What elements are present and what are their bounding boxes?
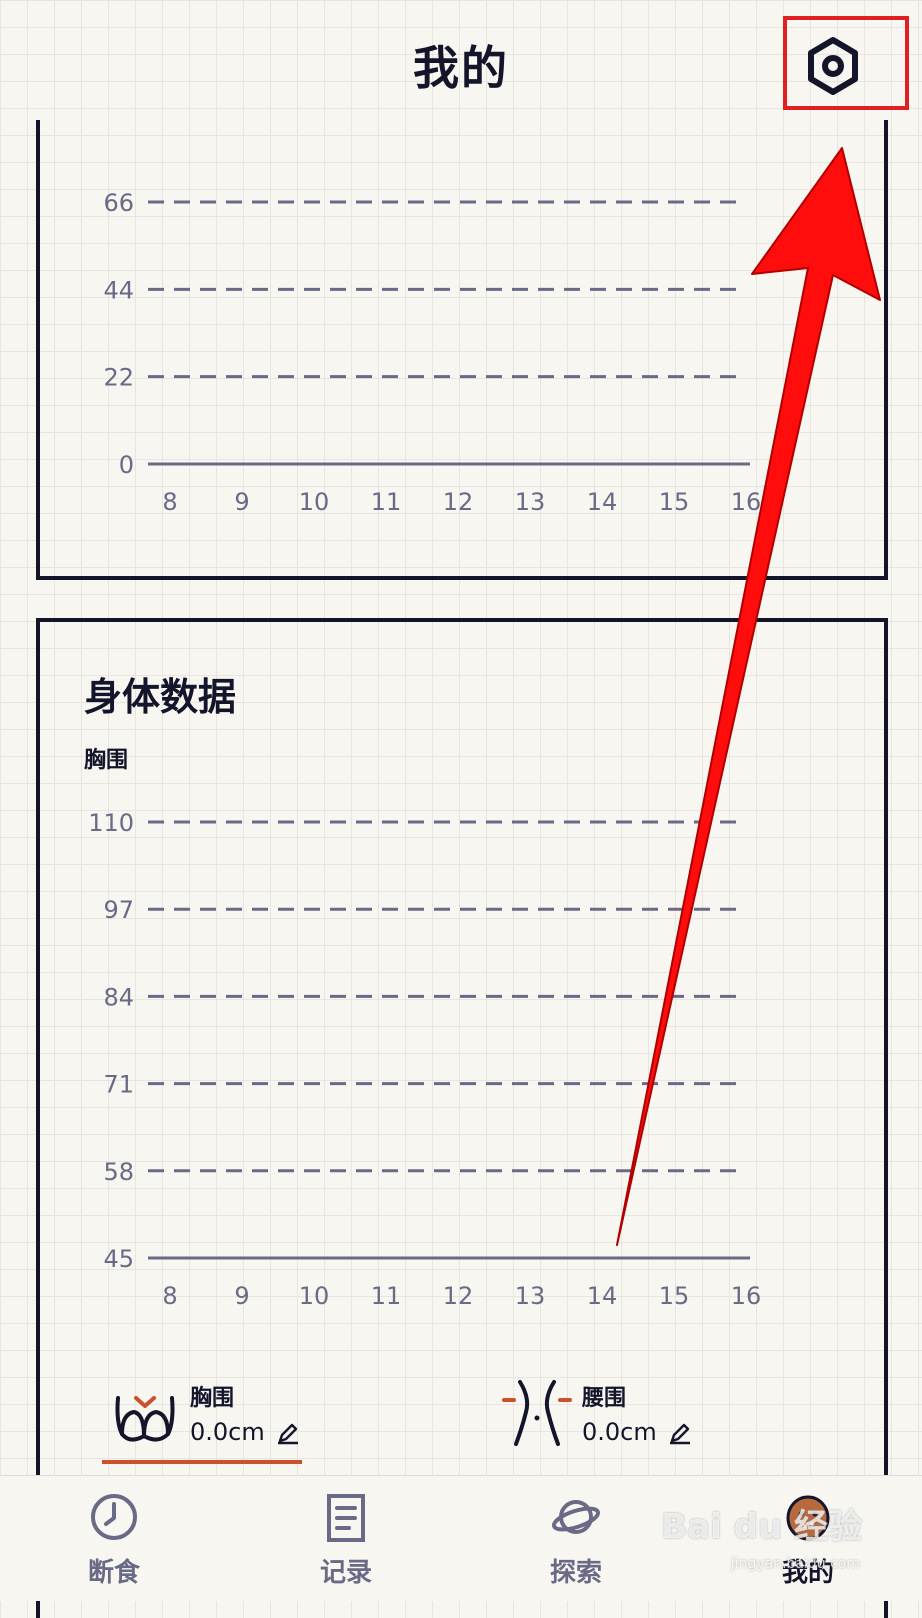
watermark-logo: Bai du 经验 (661, 1507, 862, 1547)
watermark-url: jingyan.baidu.com (730, 1556, 860, 1572)
annotation-arrow (616, 147, 881, 1246)
